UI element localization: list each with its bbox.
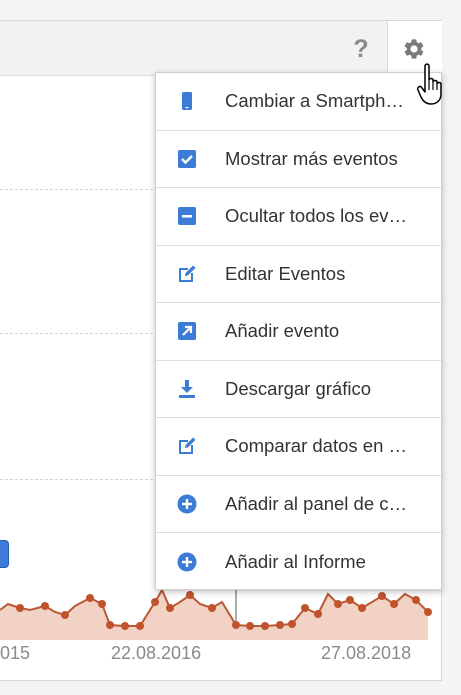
- menu-item-label: Descargar gráfico: [225, 377, 372, 399]
- menu-item-edit-events[interactable]: Editar Eventos: [156, 246, 441, 303]
- menu-item-add-event[interactable]: Añadir evento: [156, 303, 441, 361]
- x-axis-label: 27.08.2018: [321, 643, 412, 663]
- plus-circle-icon: [177, 552, 197, 572]
- menu-item-label: Comparar datos en …: [225, 435, 408, 457]
- menu-item-label: Editar Eventos: [225, 262, 346, 284]
- gear-icon: [404, 39, 424, 59]
- range-selector-handle[interactable]: [0, 540, 9, 568]
- menu-item-label: Cambiar a Smartph…: [225, 90, 404, 112]
- chart-gridline: [0, 333, 158, 334]
- menu-item-label: Ocultar todos los ev…: [225, 205, 407, 227]
- x-axis-label: 015: [0, 643, 31, 663]
- menu-item-label: Mostrar más eventos: [225, 147, 398, 169]
- menu-item-add-to-dashboard[interactable]: Añadir al panel de c…: [156, 476, 441, 533]
- minus-box-icon: [178, 207, 196, 226]
- smartphone-icon: [182, 92, 192, 111]
- hand-cursor-icon: [417, 63, 442, 105]
- chart-toolbar: ?: [0, 21, 442, 76]
- plus-circle-icon: [177, 494, 197, 514]
- arrow-box-icon: [178, 322, 196, 341]
- menu-item-hide-all-events[interactable]: Ocultar todos los ev…: [156, 188, 441, 246]
- edit-icon: [179, 437, 196, 455]
- question-mark-icon[interactable]: ?: [349, 35, 373, 63]
- x-axis-label: 22.08.2016: [111, 643, 202, 663]
- chart-gridline: [0, 479, 158, 480]
- menu-item-label: Añadir al Informe: [225, 550, 366, 572]
- settings-dropdown-menu: Cambiar a Smartph… Mostrar más eventos O…: [155, 72, 442, 590]
- menu-item-add-to-report[interactable]: Añadir al Informe: [156, 533, 441, 591]
- chart-series: [0, 590, 432, 640]
- menu-item-download-chart[interactable]: Descargar gráfico: [156, 361, 441, 418]
- edit-icon: [179, 265, 196, 282]
- menu-item-label: Añadir evento: [225, 320, 340, 342]
- menu-item-show-more-events[interactable]: Mostrar más eventos: [156, 131, 441, 188]
- chart-gridline: [0, 189, 158, 190]
- menu-item-switch-smartphone[interactable]: Cambiar a Smartph…: [156, 73, 441, 131]
- checkbox-checked-icon: [178, 149, 196, 168]
- menu-item-label: Añadir al panel de c…: [225, 492, 408, 514]
- menu-item-compare-data[interactable]: Comparar datos en …: [156, 418, 441, 476]
- download-icon: [179, 379, 195, 398]
